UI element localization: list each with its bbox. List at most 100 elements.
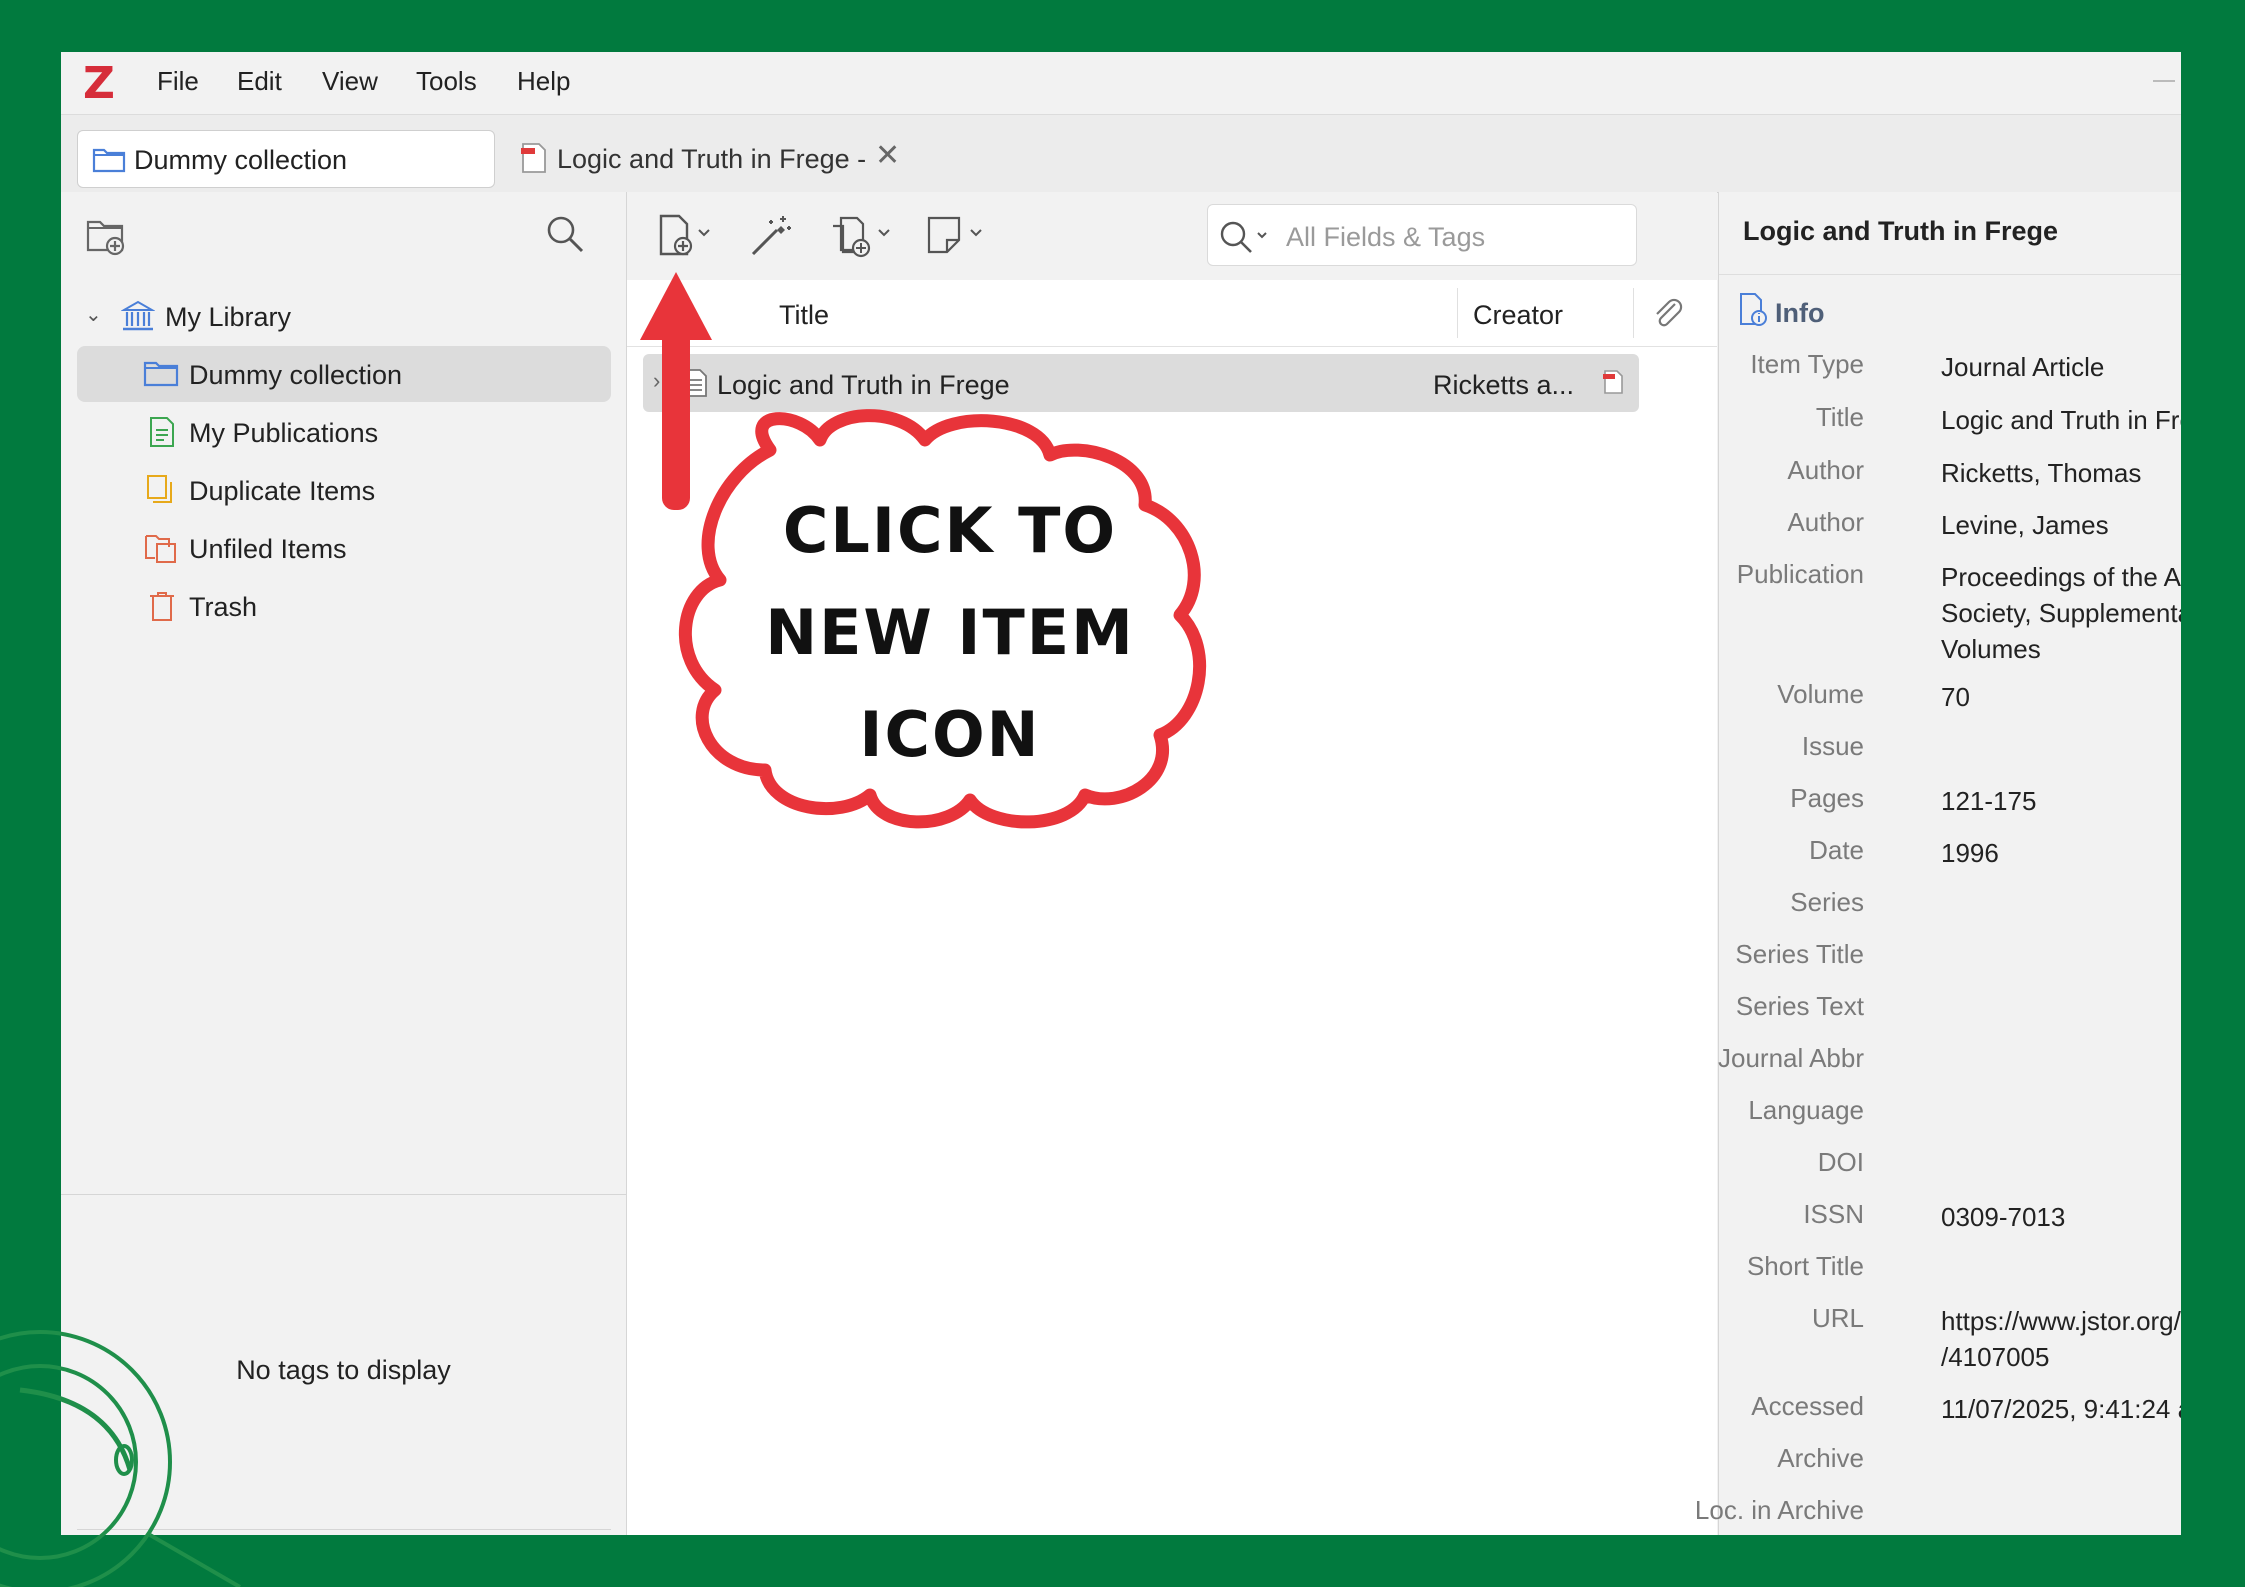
tree-item-label: Trash (189, 592, 258, 622)
chevron-down-icon[interactable]: ⌄ (85, 302, 102, 327)
field-label: DOI (1817, 1147, 1864, 1177)
tab-bar: Dummy collection Logic and Truth in Freg… (61, 115, 2181, 193)
tree-item-label: Duplicate Items (189, 476, 376, 506)
field-label: Author (1787, 507, 1864, 537)
item-pane-divider (1719, 274, 2181, 275)
journal-article-icon (683, 368, 709, 403)
field-label: Author (1787, 455, 1864, 485)
menu-tools[interactable]: Tools (416, 66, 477, 97)
column-creator[interactable]: Creator (1473, 300, 1563, 331)
annotation-line: NEW ITEM (765, 596, 1135, 669)
new-item-button[interactable] (655, 212, 719, 260)
field-value[interactable]: 0309-7013 (1941, 1199, 2181, 1235)
field-value[interactable]: 70 (1941, 679, 2181, 715)
item-pane: Logic and Truth in Frege Info Item Type J… (1695, 192, 2181, 1535)
field-label: Date (1809, 835, 1864, 865)
field-value[interactable]: 11/07/2025, 9:41:24 am (1941, 1391, 2181, 1427)
field-label: Series (1790, 887, 1864, 917)
zotero-window: Z File Edit View Tools Help Dummy collec… (61, 52, 2181, 1535)
menu-help[interactable]: Help (517, 66, 570, 97)
tree-item-my-publications[interactable]: My Publications (77, 404, 611, 460)
tree-item-label: Dummy collection (189, 360, 403, 390)
search-field[interactable] (1207, 204, 1637, 266)
field-label: Publication (1736, 559, 1864, 589)
pdf-icon (519, 142, 549, 179)
add-by-identifier-button[interactable] (747, 212, 795, 260)
collections-toolbar (61, 192, 626, 280)
field-label: Volume (1777, 679, 1864, 709)
field-value[interactable]: https://www.jstor.org/sta /4107005 (1941, 1303, 2181, 1375)
items-toolbar (627, 192, 1717, 281)
chevron-right-icon[interactable]: › (653, 368, 660, 394)
tag-selector: No tags to display (61, 1194, 626, 1535)
tree-item-label: Unfiled Items (189, 534, 347, 564)
search-icon[interactable] (1218, 219, 1278, 260)
menubar: Z File Edit View Tools Help (61, 52, 2181, 115)
annotation-text: CLICK TO NEW ITEM ICON (690, 480, 1210, 786)
pdf-icon[interactable] (1599, 368, 1627, 401)
field-label: Accessed (1751, 1391, 1864, 1421)
close-icon[interactable]: ✕ (875, 138, 900, 173)
column-divider[interactable] (1633, 288, 1634, 338)
duplicate-icon (145, 474, 177, 511)
tree-item-label: My Publications (189, 418, 379, 448)
no-tags-message: No tags to display (236, 1355, 451, 1385)
field-label: Series Title (1735, 939, 1864, 969)
tree-item-unfiled-items[interactable]: Unfiled Items (77, 520, 611, 576)
unfiled-icon (143, 532, 179, 569)
field-label: ISSN (1803, 1199, 1864, 1229)
new-note-button[interactable] (923, 212, 995, 260)
new-attachment-button[interactable] (827, 212, 899, 260)
new-collection-icon[interactable] (85, 216, 127, 261)
field-label: Language (1748, 1095, 1864, 1125)
library-icon (120, 300, 156, 337)
item-title: Logic and Truth in Frege (717, 370, 1010, 400)
info-section-label: Info (1775, 298, 1825, 328)
field-label: URL (1811, 1303, 1864, 1333)
menu-edit[interactable]: Edit (237, 66, 282, 97)
annotation-line: ICON (859, 698, 1041, 771)
field-value[interactable]: Journal Article (1941, 349, 2181, 385)
items-column-header: Title Creator (627, 280, 1717, 347)
column-title[interactable]: Title (779, 300, 829, 331)
menu-view[interactable]: View (322, 66, 378, 97)
trash-icon (147, 590, 177, 627)
item-creator: Ricketts a... (1433, 370, 1575, 400)
search-icon[interactable] (545, 214, 585, 259)
tree-item-dummy-collection[interactable]: Dummy collection (77, 346, 611, 402)
search-input[interactable] (1284, 221, 1628, 254)
field-value[interactable]: 121-175 (1941, 783, 2181, 819)
tab-library-label: Dummy collection (134, 145, 348, 175)
table-row[interactable]: › Logic and Truth in Frege Ricketts a... (643, 354, 1639, 412)
attachment-column-icon[interactable] (1649, 294, 1685, 337)
field-label: Series Text (1735, 991, 1864, 1021)
tree-item-my-library[interactable]: ⌄ My Library (77, 288, 611, 344)
column-divider[interactable] (1457, 288, 1458, 338)
folder-icon (143, 358, 179, 393)
field-value[interactable]: Proceedings of the Aristo Society, Suppl… (1941, 559, 2181, 667)
zotero-logo: Z (83, 58, 115, 109)
field-value[interactable]: 1996 (1941, 835, 2181, 871)
menu-file[interactable]: File (157, 66, 199, 97)
items-pane: Title Creator › Logic and Truth in Frege… (627, 192, 1717, 1535)
field-label: Issue (1801, 731, 1864, 761)
field-label: Title (1815, 402, 1864, 432)
info-section-header[interactable]: Info (1737, 292, 1824, 333)
field-label: Archive (1777, 1443, 1864, 1473)
tree-item-duplicate-items[interactable]: Duplicate Items (77, 462, 611, 518)
field-label: Pages (1790, 783, 1864, 813)
field-value[interactable]: Logic and Truth in Frege (1941, 402, 2181, 438)
field-label: Item Type (1750, 349, 1864, 379)
field-value[interactable]: Ricketts, Thomas (1941, 455, 2181, 491)
tab-library[interactable]: Dummy collection (77, 130, 495, 188)
tag-divider (77, 1529, 611, 1530)
item-pane-title: Logic and Truth in Frege (1743, 216, 2059, 246)
info-icon (1737, 293, 1771, 332)
tab-item-label: Logic and Truth in Frege - (557, 144, 867, 174)
folder-icon (92, 145, 126, 178)
field-value[interactable]: Levine, James (1941, 507, 2181, 543)
collections-pane: ⌄ My Library Dummy collection My Publica… (61, 192, 627, 1535)
tree-item-trash[interactable]: Trash (77, 578, 611, 634)
publications-icon (147, 416, 177, 453)
minimize-button[interactable] (2153, 80, 2175, 82)
